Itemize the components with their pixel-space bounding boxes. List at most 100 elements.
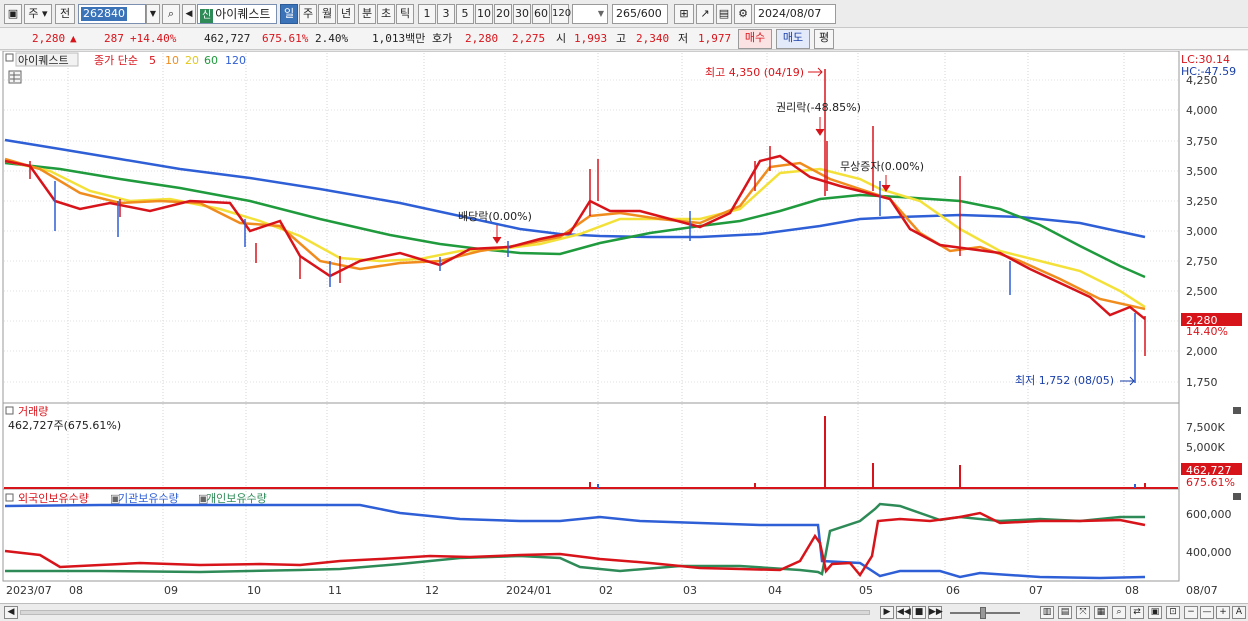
window-menu-icon[interactable]: ▣: [4, 4, 22, 24]
period-day[interactable]: 일: [280, 4, 298, 24]
period-second[interactable]: 초: [377, 4, 395, 24]
hc-label: HC:-47.59: [1181, 65, 1236, 78]
current-price: 2,280: [32, 32, 66, 45]
price-panel-frame: [2, 50, 1180, 404]
x-tick: 12: [425, 584, 439, 597]
code-dropdown-icon[interactable]: ▼: [146, 4, 160, 24]
price-y-tick: 2,500: [1186, 285, 1218, 298]
high-annotation: 최고 4,350 (04/19): [705, 66, 804, 79]
scroll-left-icon[interactable]: ◀: [4, 606, 18, 619]
price-y-tick: 2,750: [1186, 255, 1218, 268]
volume-value-text: 462,727주(675.61%): [8, 419, 121, 432]
interval-60[interactable]: 60: [532, 4, 550, 24]
zoom-slider-handle[interactable]: [980, 607, 986, 619]
last-pct-tag: 14.40%: [1186, 325, 1228, 338]
volume-y-axis: 7,500K 5,000K: [1186, 421, 1225, 454]
stock-code-value: 262840: [81, 7, 127, 21]
volume-panel-frame: [2, 402, 1180, 490]
count-input[interactable]: 265/600: [612, 4, 668, 24]
dividend-annotation: 배당락(0.00%): [458, 210, 532, 223]
price-y-tick: 4,000: [1186, 104, 1218, 117]
price-y-tick: 1,750: [1186, 376, 1218, 389]
zoom-out-icon[interactable]: −: [1184, 606, 1198, 619]
horizontal-scrollbar[interactable]: [20, 610, 870, 615]
bar-tool-icon[interactable]: ▤: [1058, 606, 1072, 619]
gear-icon[interactable]: ⚙: [734, 4, 752, 24]
x-tick: 05: [859, 584, 873, 597]
x-axis: 2023/07 08 09 10 11 12 2024/01 02 03 04 …: [6, 584, 1218, 597]
low-label: 저: [678, 32, 689, 45]
low-price: 1,977: [698, 32, 732, 45]
period-tool-icon[interactable]: ▦: [1094, 606, 1108, 619]
custom-interval-input[interactable]: ▼: [572, 4, 608, 24]
high-label: 고: [616, 32, 627, 45]
draw-tool-icon[interactable]: ↗: [696, 4, 714, 24]
save-icon[interactable]: ▤: [716, 4, 732, 24]
lock-icon[interactable]: ▣: [1148, 606, 1162, 619]
legend-institution: 기관보유수량: [118, 492, 179, 505]
search-icon[interactable]: ⌕: [162, 4, 180, 24]
stock-code-input[interactable]: 262840: [78, 4, 146, 24]
ma-5-label: 5: [149, 54, 156, 67]
type-select[interactable]: 주 ▾: [24, 4, 52, 24]
low-annotation: 최저 1,752 (08/05): [1015, 374, 1114, 387]
x-tick: 09: [164, 584, 178, 597]
holding-y-tick: 600,000: [1186, 508, 1232, 521]
change-pct: +14.40%: [130, 32, 177, 45]
period-tick[interactable]: 틱: [396, 4, 414, 24]
x-tick: 06: [946, 584, 960, 597]
date-input[interactable]: 2024/08/07: [754, 4, 836, 24]
zoom-in-icon[interactable]: +: [1216, 606, 1230, 619]
x-tick-right: 08/07: [1186, 584, 1218, 597]
high-price: 2,340: [636, 32, 670, 45]
prefix-button[interactable]: 전: [55, 4, 75, 24]
ma-20-label: 20: [185, 54, 199, 67]
interval-10[interactable]: 10: [475, 4, 493, 24]
period-minute[interactable]: 분: [358, 4, 376, 24]
search-zoom-icon[interactable]: ⌕: [1112, 606, 1126, 619]
scroll-right-icon[interactable]: ▶: [880, 606, 894, 619]
price-y-tick: 3,250: [1186, 195, 1218, 208]
legend-individual: 개인보유수량: [206, 492, 267, 505]
interval-30[interactable]: 30: [513, 4, 531, 24]
interval-20[interactable]: 20: [494, 4, 512, 24]
reset-icon[interactable]: —: [1200, 606, 1214, 619]
step-forward-icon[interactable]: ▶▶: [928, 606, 943, 619]
step-back-icon[interactable]: ◀◀: [896, 606, 911, 619]
x-tick: 02: [599, 584, 613, 597]
stock-name-field[interactable]: 신 아이퀘스트: [197, 4, 277, 24]
volume-y-tick: 7,500K: [1186, 421, 1225, 434]
period-month[interactable]: 월: [318, 4, 336, 24]
period-year[interactable]: 년: [337, 4, 355, 24]
interval-5[interactable]: 5: [456, 4, 474, 24]
bonus-annotation: 무상증자(0.00%): [840, 160, 924, 173]
rights-annotation: 권리락(-48.85%): [776, 101, 861, 114]
auto-scale-icon[interactable]: A: [1232, 606, 1246, 619]
sell-button[interactable]: 매도: [776, 29, 810, 49]
indicator-icon[interactable]: ⊞: [674, 4, 694, 24]
volume-last-pct: 675.61%: [1186, 476, 1235, 489]
period-week[interactable]: 주: [299, 4, 317, 24]
eval-button[interactable]: 평: [814, 29, 834, 49]
holding-close-icon: [1233, 493, 1241, 500]
buy-button[interactable]: 매수: [738, 29, 772, 49]
interval-1[interactable]: 1: [418, 4, 436, 24]
compare-tool-icon[interactable]: ⇄: [1130, 606, 1144, 619]
stop-icon[interactable]: ■: [912, 606, 926, 619]
interval-120[interactable]: 120: [551, 4, 571, 24]
chart-tool-icon[interactable]: ▥: [1040, 606, 1054, 619]
volume-title: 거래량: [18, 405, 48, 418]
bottom-navigation: ◀ ▶ ◀◀ ■ ▶▶ ▥ ▤ ⤧ ▦ ⌕ ⇄ ▣ ⊡ − — + A: [0, 603, 1248, 621]
speaker-icon[interactable]: ◀: [182, 4, 196, 24]
volume-value: 462,727: [204, 32, 251, 45]
x-tick: 10: [247, 584, 261, 597]
quote-bar: 2,280 ▲ 287 +14.40% 462,727 675.61% 2.40…: [0, 28, 1248, 50]
x-tick: 11: [328, 584, 342, 597]
x-tick: 08: [69, 584, 83, 597]
chart-area[interactable]: 4,250 4,000 3,750 3,500 3,250 3,000 2,75…: [0, 50, 1248, 603]
xy-tool-icon[interactable]: ⤧: [1076, 606, 1090, 619]
chart-svg[interactable]: 4,250 4,000 3,750 3,500 3,250 3,000 2,75…: [0, 50, 1248, 603]
interval-3[interactable]: 3: [437, 4, 455, 24]
ma-10-label: 10: [165, 54, 179, 67]
fit-icon[interactable]: ⊡: [1166, 606, 1180, 619]
